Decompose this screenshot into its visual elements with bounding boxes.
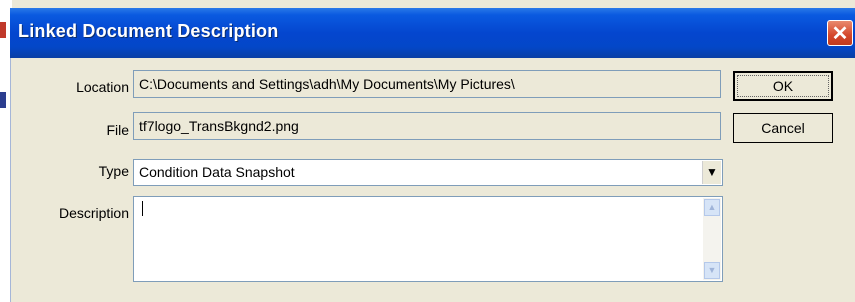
location-label: Location [76,79,129,95]
ok-focus-ring [737,75,829,97]
linked-document-dialog: Linked Document Description ✕ Location C… [10,0,855,302]
cancel-button[interactable]: Cancel [733,113,833,143]
file-label: File [106,122,129,138]
background-window-mark [0,92,6,108]
type-label: Type [98,163,129,179]
scroll-up-icon[interactable]: ▲ [704,199,720,216]
title-bar[interactable]: Linked Document Description ✕ [10,8,855,58]
type-select-value: Condition Data Snapshot [139,164,295,180]
type-select[interactable]: Condition Data Snapshot ▼ [133,159,723,186]
description-textarea[interactable]: ▲ ▼ [133,196,723,282]
dialog-body: Location C:\Documents and Settings\adh\M… [10,58,855,302]
description-label: Description [58,205,129,221]
close-icon[interactable]: ✕ [827,20,853,46]
description-scrollbar[interactable]: ▲ ▼ [703,198,721,280]
location-field: C:\Documents and Settings\adh\My Documen… [133,70,721,98]
dialog-title: Linked Document Description [18,21,279,41]
scroll-down-icon[interactable]: ▼ [704,262,720,279]
cancel-button-label: Cancel [761,120,805,136]
text-caret [142,201,143,216]
background-window-mark [0,22,6,38]
ok-button[interactable]: OK [733,71,833,101]
file-field: tf7logo_TransBkgnd2.png [133,112,721,140]
chevron-down-icon[interactable]: ▼ [702,161,721,184]
